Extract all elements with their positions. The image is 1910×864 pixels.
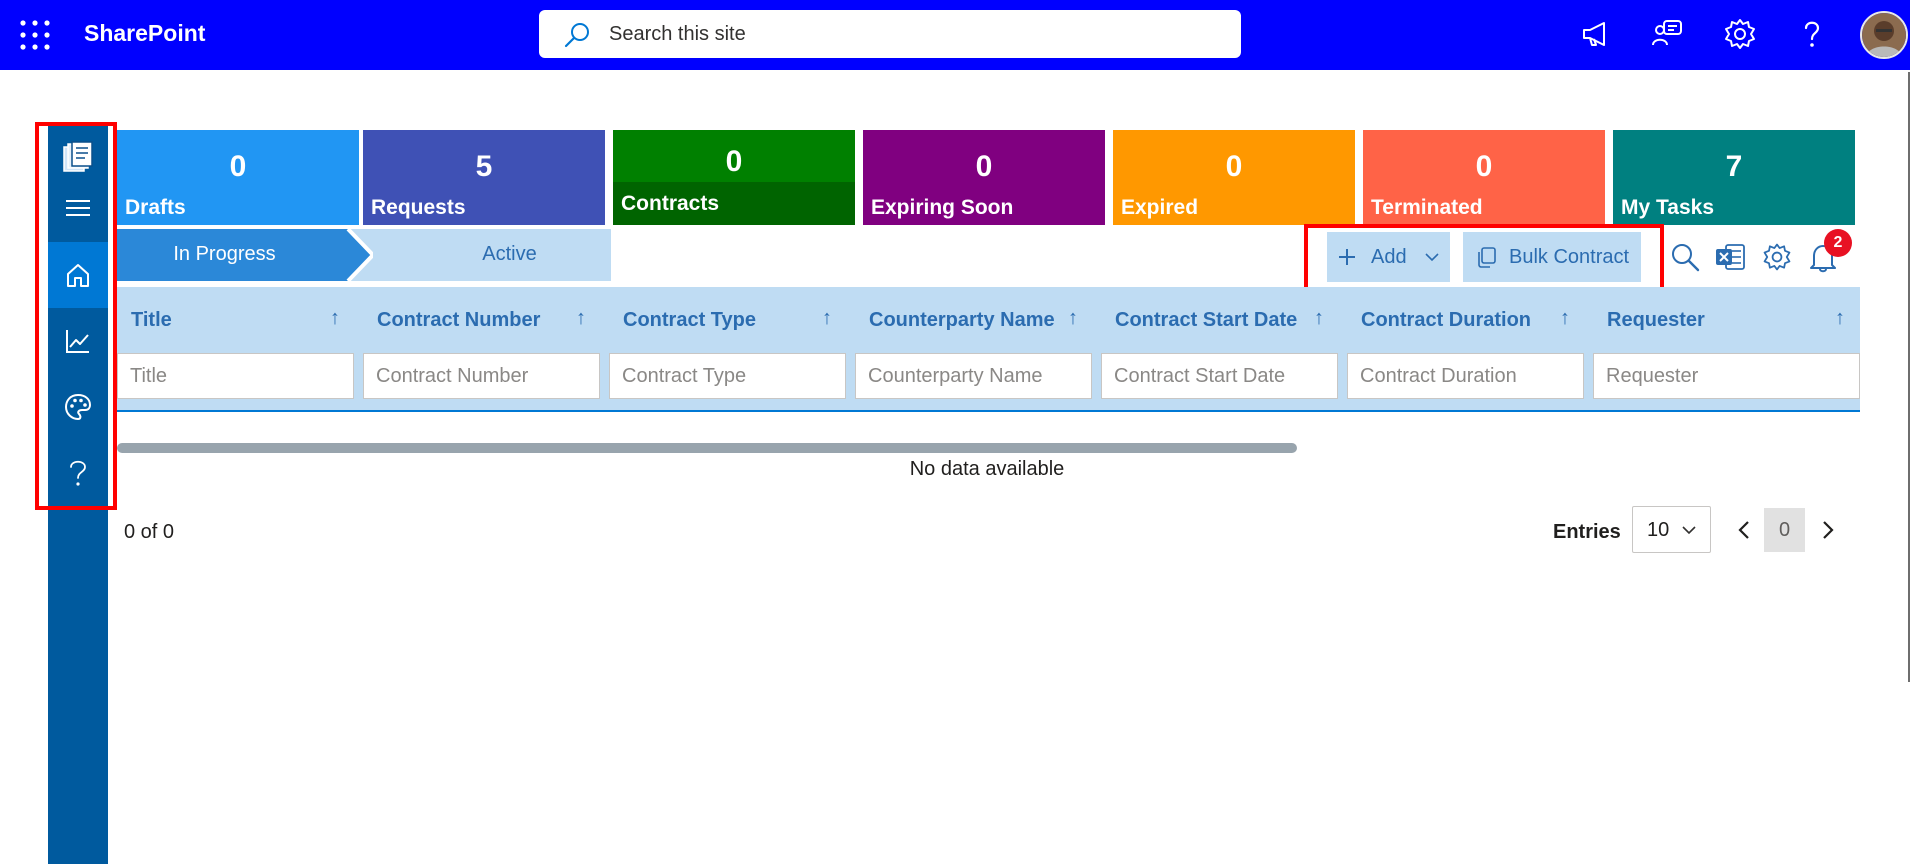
status-tabs: In Progress Active	[117, 229, 611, 281]
tile-value: 0	[725, 145, 743, 178]
entries-dropdown[interactable]: 10	[1632, 506, 1711, 553]
tile-label: Drafts	[125, 196, 186, 219]
tile-value: 5	[475, 150, 493, 183]
tab-label: Active	[482, 243, 537, 265]
column-header-contract-number[interactable]: Contract Number ↑	[363, 287, 609, 355]
avatar[interactable]	[1860, 11, 1908, 59]
sort-arrow-icon[interactable]: ↑	[576, 307, 586, 330]
tile-value: 7	[1725, 150, 1743, 183]
column-title: Contract Number	[377, 309, 541, 331]
notification-badge: 2	[1824, 229, 1852, 257]
filter-input-contract-start-date[interactable]	[1101, 353, 1338, 399]
tile-label: Terminated	[1371, 196, 1483, 219]
tile-label: Expired	[1121, 196, 1199, 219]
column-header-contract-type[interactable]: Contract Type ↑	[609, 287, 855, 355]
search-icon	[563, 21, 591, 54]
excel-export-icon[interactable]	[1711, 238, 1749, 276]
tile-expired[interactable]: 0 Expired	[1113, 130, 1355, 225]
tab-label: In Progress	[173, 243, 276, 265]
sort-arrow-icon[interactable]: ↑	[1068, 307, 1078, 330]
megaphone-icon[interactable]	[1578, 16, 1614, 52]
column-title: Title	[131, 309, 172, 331]
tile-terminated[interactable]: 0 Terminated	[1363, 130, 1605, 225]
chevron-down-icon	[1682, 526, 1696, 535]
column-header-title[interactable]: Title ↑	[117, 287, 363, 355]
toolbar-highlight-box	[1304, 224, 1664, 292]
column-title: Requester	[1607, 309, 1705, 331]
help-icon[interactable]	[1794, 16, 1830, 52]
tile-label: Contracts	[621, 192, 720, 215]
column-title: Counterparty Name	[869, 309, 1055, 331]
tile-expiring-soon[interactable]: 0 Expiring Soon	[863, 130, 1105, 225]
chevron-right-icon	[1823, 521, 1834, 539]
contracts-grid: Title ↑ Contract Number ↑ Contract Type …	[117, 287, 1860, 412]
tile-contracts[interactable]: 0 Contracts	[613, 130, 855, 225]
tile-label: Expiring Soon	[871, 196, 1014, 219]
previous-page-button[interactable]	[1729, 515, 1759, 545]
tile-value: 0	[1225, 150, 1243, 183]
tile-label: My Tasks	[1621, 196, 1714, 219]
empty-state-text: No data available	[909, 458, 1065, 480]
teams-chat-icon[interactable]	[1650, 16, 1686, 52]
search-icon[interactable]	[1666, 238, 1704, 276]
current-page[interactable]: 0	[1764, 508, 1805, 552]
sort-arrow-icon[interactable]: ↑	[1560, 307, 1570, 330]
top-bar: SharePoint	[0, 0, 1910, 70]
sort-arrow-icon[interactable]: ↑	[330, 307, 340, 330]
tile-drafts[interactable]: 0 Drafts	[117, 130, 359, 225]
sort-arrow-icon[interactable]: ↑	[822, 307, 832, 330]
filter-input-requester[interactable]	[1593, 353, 1860, 399]
settings-icon[interactable]	[1722, 16, 1758, 52]
tab-in-progress[interactable]: In Progress	[117, 229, 373, 281]
column-title: Contract Type	[623, 309, 756, 331]
tile-requests[interactable]: 5 Requests	[363, 130, 605, 225]
column-title: Contract Duration	[1361, 309, 1531, 331]
sort-arrow-icon[interactable]: ↑	[1314, 307, 1324, 330]
filter-input-contract-duration[interactable]	[1347, 353, 1584, 399]
tile-my-tasks[interactable]: 7 My Tasks	[1613, 130, 1855, 225]
settings-icon[interactable]	[1758, 238, 1796, 276]
tile-label: Requests	[371, 196, 466, 219]
tile-value: 0	[1475, 150, 1493, 183]
waffle-icon[interactable]	[18, 18, 52, 52]
filter-input-contract-number[interactable]	[363, 353, 600, 399]
filter-input-contract-type[interactable]	[609, 353, 846, 399]
entries-value: 10	[1647, 519, 1670, 541]
horizontal-scrollbar[interactable]	[117, 443, 1297, 453]
tab-active[interactable]: Active	[417, 229, 611, 281]
sort-arrow-icon[interactable]: ↑	[1835, 307, 1845, 330]
filter-input-counterparty-name[interactable]	[855, 353, 1092, 399]
tile-value: 0	[975, 150, 993, 183]
next-page-button[interactable]	[1813, 515, 1843, 545]
column-header-contract-duration[interactable]: Contract Duration ↑	[1347, 287, 1593, 355]
search-box[interactable]	[539, 10, 1241, 58]
column-title: Contract Start Date	[1115, 309, 1298, 331]
column-header-counterparty-name[interactable]: Counterparty Name ↑	[855, 287, 1101, 355]
column-header-contract-start-date[interactable]: Contract Start Date ↑	[1101, 287, 1347, 355]
record-count: 0 of 0	[124, 521, 175, 543]
search-input[interactable]	[609, 10, 1209, 58]
column-header-requester[interactable]: Requester ↑	[1593, 287, 1860, 355]
rail-highlight-box	[35, 122, 117, 510]
tile-value: 0	[229, 150, 247, 183]
app-title[interactable]: SharePoint	[84, 20, 205, 47]
entries-label: Entries	[1553, 521, 1621, 543]
chevron-left-icon	[1738, 521, 1749, 539]
filter-input-title[interactable]	[117, 353, 354, 399]
